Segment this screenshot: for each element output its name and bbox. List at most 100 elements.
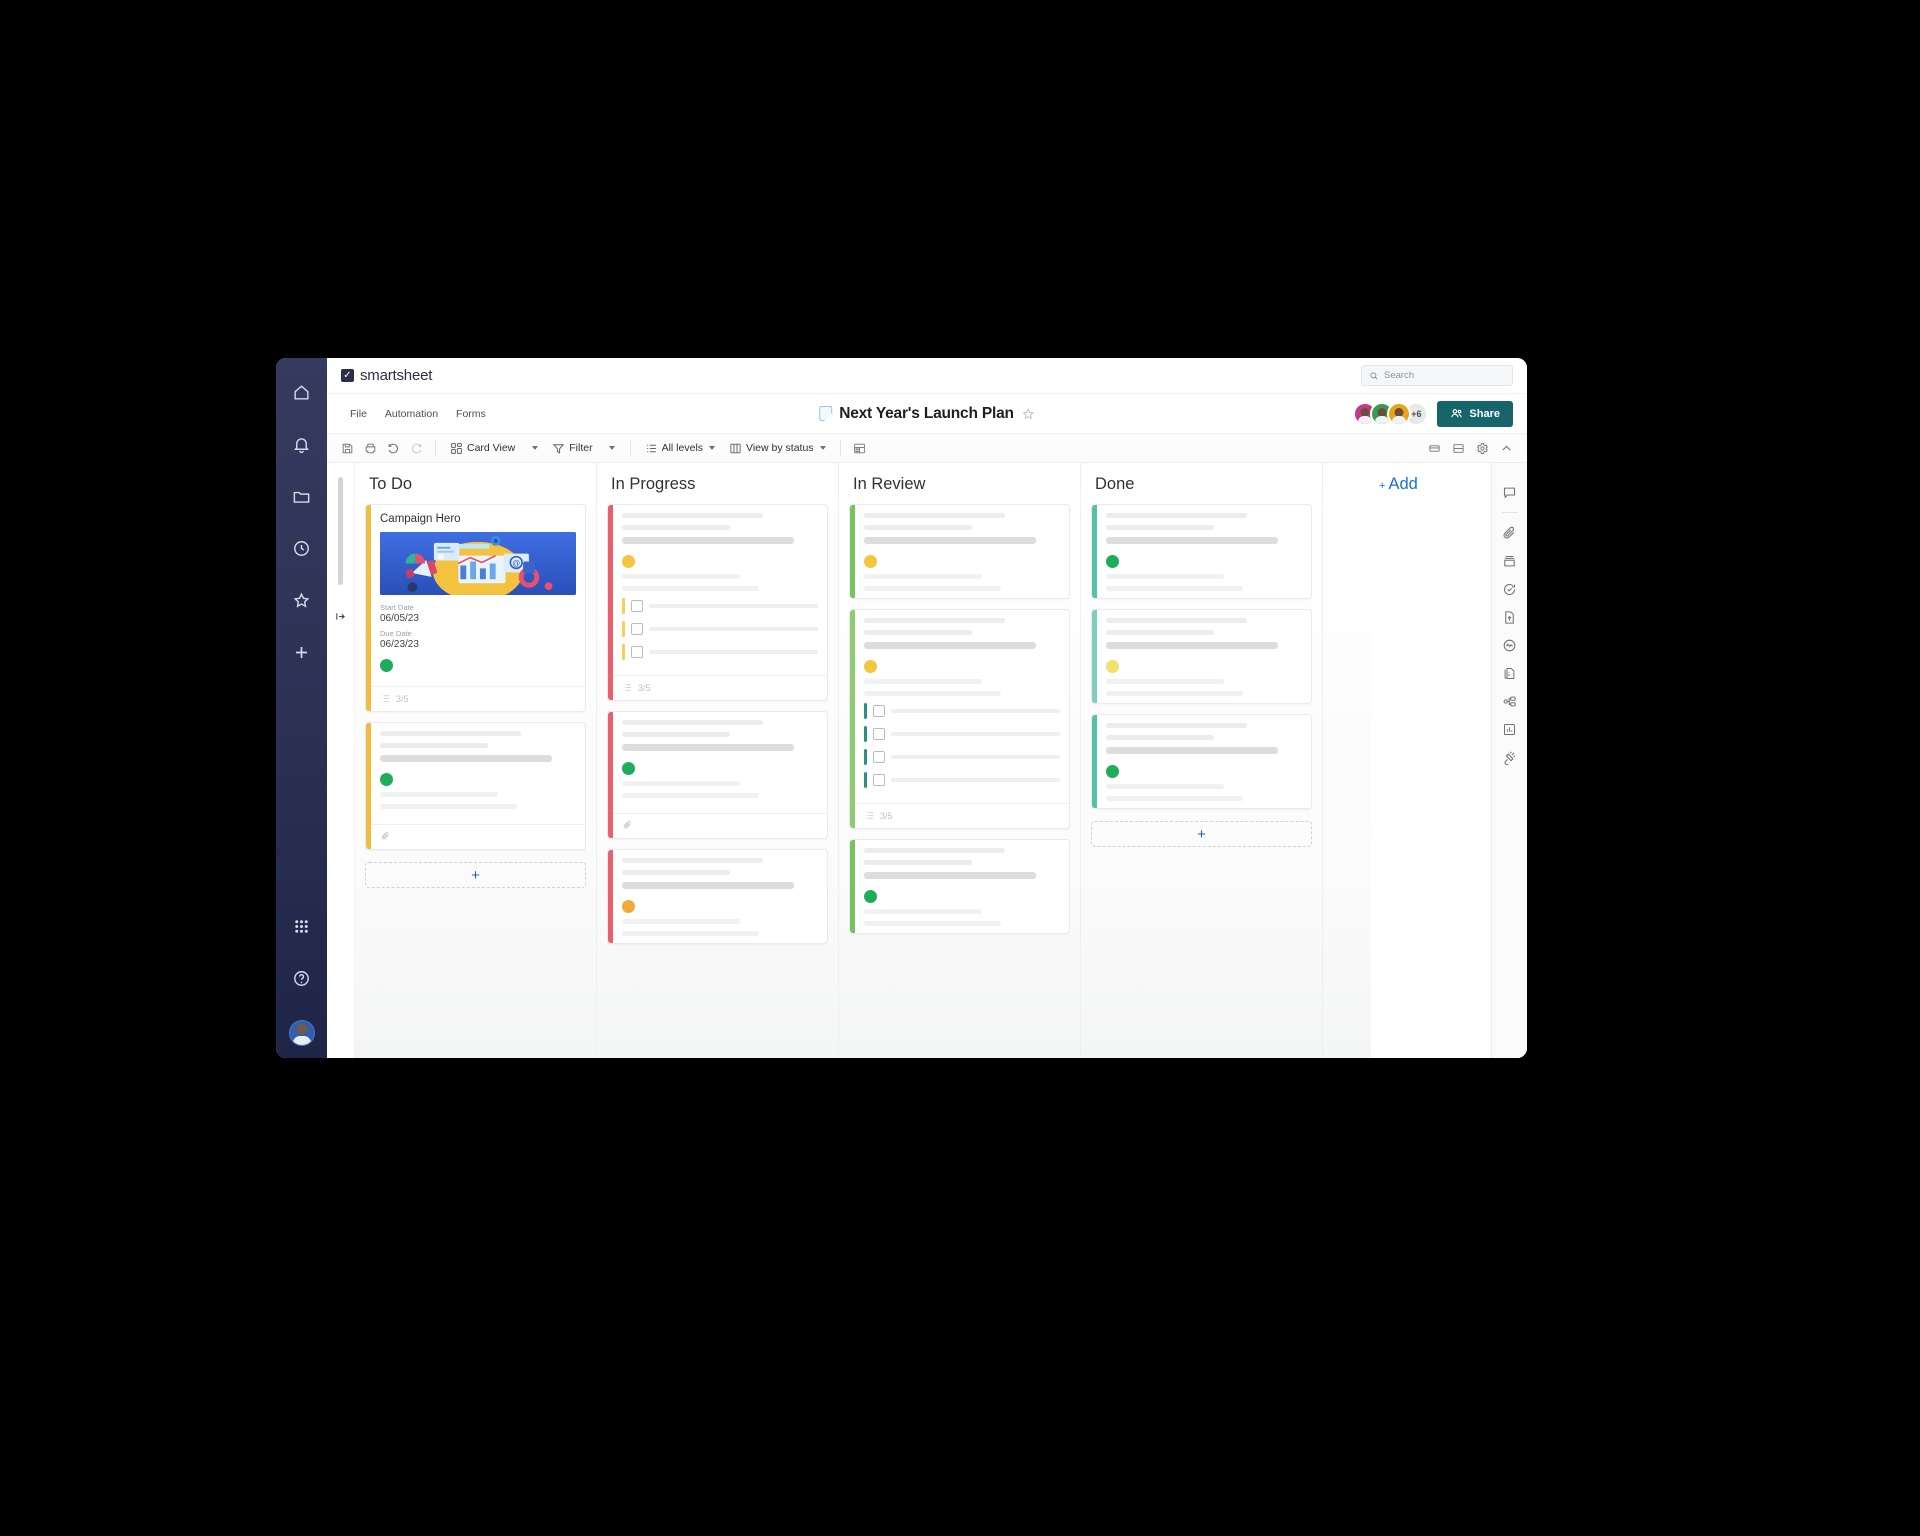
proof-document-icon[interactable] [1497, 660, 1523, 686]
sidebar-item-browse[interactable] [285, 476, 319, 516]
kanban-card[interactable] [1091, 609, 1312, 704]
sidebar-item-favorites[interactable] [285, 580, 319, 620]
kanban-card[interactable] [365, 722, 586, 850]
card-footer: 3/5 [613, 675, 827, 700]
subtask-checkbox[interactable] [631, 623, 643, 635]
kanban-card[interactable] [849, 504, 1070, 599]
print-icon[interactable] [360, 438, 381, 459]
kanban-card[interactable]: 3/5 [607, 504, 828, 701]
subtask-checkbox[interactable] [631, 646, 643, 658]
view-mode-selector[interactable]: Card View [444, 438, 521, 459]
subtask-checkbox[interactable] [631, 600, 643, 612]
column-title[interactable]: In Review [849, 463, 1070, 504]
chevron-up-icon[interactable] [1496, 438, 1517, 459]
plug-icon[interactable] [1497, 744, 1523, 770]
share-button[interactable]: Share [1437, 400, 1513, 427]
sidebar-item-notifications[interactable] [285, 424, 319, 464]
card-placeholder-line [622, 744, 795, 751]
card-status-dot [864, 890, 877, 903]
card-subtask-row[interactable] [864, 703, 1060, 719]
kanban-column: In Review 3/5 [839, 463, 1081, 1058]
search-input[interactable] [1384, 370, 1505, 381]
redo-icon[interactable] [406, 438, 427, 459]
collapse-right-icon[interactable] [334, 611, 347, 622]
sidebar-bottom-group [276, 906, 327, 1046]
subtask-checkbox[interactable] [873, 751, 885, 763]
card-layout-icon[interactable] [849, 438, 870, 459]
filter-caret-icon[interactable] [601, 438, 622, 459]
archive-icon[interactable] [1497, 548, 1523, 574]
account-avatar[interactable] [288, 1020, 315, 1046]
card-placeholder-line [622, 525, 730, 530]
kanban-card[interactable] [1091, 714, 1312, 809]
vertical-scrollbar[interactable] [338, 477, 343, 585]
add-column-button[interactable]: + Add [1379, 475, 1483, 494]
card-placeholder-line [1106, 630, 1214, 635]
card-subtask-row[interactable] [864, 772, 1060, 788]
kanban-card[interactable]: 3/5 [849, 609, 1070, 829]
view-mode-caret-icon[interactable] [523, 438, 544, 459]
favorite-star-icon[interactable] [1021, 407, 1035, 421]
sidebar-item-home[interactable] [285, 372, 319, 412]
app-switcher-icon[interactable] [285, 906, 319, 946]
kanban-card[interactable] [607, 849, 828, 944]
menu-item-file[interactable]: File [341, 404, 376, 424]
kanban-card[interactable]: Campaign Hero @ Start Date 06/05/23 Due … [365, 504, 586, 712]
add-card-button[interactable]: + [1091, 821, 1312, 847]
brand-logo[interactable]: ✓ smartsheet [341, 367, 432, 384]
card-subtask-row[interactable] [622, 644, 818, 660]
column-title[interactable]: In Progress [607, 463, 828, 504]
add-column-label: Add [1388, 475, 1418, 493]
subtask-color-bar [622, 598, 625, 614]
menu-item-automation[interactable]: Automation [376, 404, 447, 424]
undo-icon[interactable] [383, 438, 404, 459]
comment-icon[interactable] [1497, 479, 1523, 505]
card-title: Campaign Hero [380, 513, 461, 525]
checkbox-mark-icon: ✓ [341, 369, 354, 382]
kanban-card[interactable] [849, 839, 1070, 934]
sidebar-item-recents[interactable] [285, 528, 319, 568]
sheet-toolbar: Card View Filter All levels View by stat… [327, 434, 1527, 463]
card-status-dot [622, 762, 635, 775]
bar-chart-icon[interactable] [1497, 716, 1523, 742]
view-by-selector[interactable]: View by status [723, 438, 832, 459]
column-title[interactable]: Done [1091, 463, 1312, 504]
levels-selector[interactable]: All levels [639, 438, 721, 459]
subtask-checkbox[interactable] [873, 728, 885, 740]
kanban-card[interactable] [1091, 504, 1312, 599]
filter-button[interactable]: Filter [546, 438, 598, 459]
add-card-button[interactable]: + [365, 862, 586, 888]
sidebar-item-create[interactable] [285, 632, 319, 672]
menu-item-forms[interactable]: Forms [447, 404, 495, 424]
card-subtask-row[interactable] [864, 726, 1060, 742]
page-title: Next Year's Launch Plan [839, 404, 1014, 422]
file-upload-icon[interactable] [1497, 604, 1523, 630]
save-icon[interactable] [337, 438, 358, 459]
kanban-column: In Progress 3/5 [597, 463, 839, 1058]
hierarchy-icon[interactable] [1497, 688, 1523, 714]
row-single-icon[interactable] [1424, 438, 1445, 459]
column-card-list: 3/5 [607, 504, 828, 1058]
card-subtask-row[interactable] [622, 598, 818, 614]
avatar[interactable] [1387, 401, 1412, 426]
help-icon[interactable] [285, 958, 319, 998]
gear-icon[interactable] [1472, 438, 1493, 459]
search-box[interactable] [1361, 365, 1513, 386]
card-status-dot [1106, 660, 1119, 673]
card-placeholder-line [1106, 537, 1279, 544]
card-placeholder-line [622, 870, 730, 875]
subtask-checkbox[interactable] [873, 705, 885, 717]
row-split-icon[interactable] [1448, 438, 1469, 459]
subtask-checkbox[interactable] [873, 774, 885, 786]
column-card-list: Campaign Hero @ Start Date 06/05/23 Due … [365, 504, 586, 1058]
activity-pulse-icon[interactable] [1497, 632, 1523, 658]
collaborator-avatars[interactable]: +6 [1353, 401, 1429, 426]
paperclip-icon[interactable] [1497, 520, 1523, 546]
card-subtask-row[interactable] [864, 749, 1060, 765]
card-placeholder-line [1106, 796, 1244, 801]
kanban-card[interactable] [607, 711, 828, 839]
column-title[interactable]: To Do [365, 463, 586, 504]
refresh-check-icon[interactable] [1497, 576, 1523, 602]
card-subtask-row[interactable] [622, 621, 818, 637]
toolbar-right-group [1424, 438, 1517, 459]
